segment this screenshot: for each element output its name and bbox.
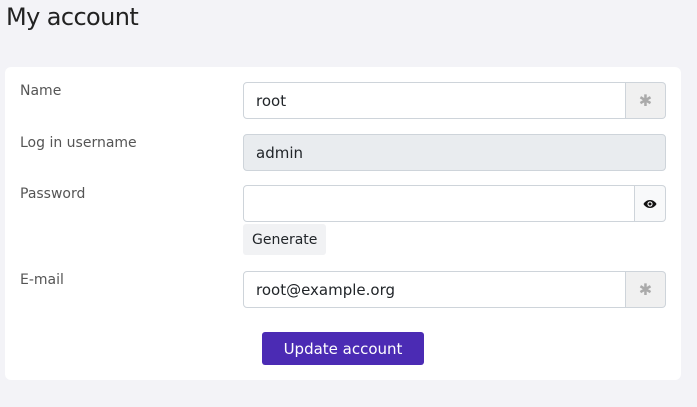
account-form-card: Name ✱ Log in username Password Generate… [5, 67, 681, 380]
asterisk-icon: ✱ [626, 82, 666, 119]
generate-password-button[interactable]: Generate [243, 224, 327, 255]
password-input[interactable] [243, 185, 635, 222]
password-input-group [243, 185, 666, 222]
update-account-button[interactable]: Update account [262, 332, 424, 365]
email-label: E-mail [20, 272, 64, 288]
username-input [243, 134, 666, 171]
email-input-group: ✱ [243, 271, 666, 308]
name-input-group: ✱ [243, 82, 666, 119]
username-input-group [243, 134, 666, 171]
page-title: My account [6, 3, 139, 31]
username-label: Log in username [20, 135, 137, 151]
password-label: Password [20, 186, 86, 202]
eye-icon-svg [643, 199, 657, 208]
name-input[interactable] [243, 82, 626, 119]
email-input[interactable] [243, 271, 626, 308]
name-label: Name [20, 83, 62, 99]
asterisk-icon: ✱ [626, 271, 666, 308]
eye-icon[interactable] [635, 185, 666, 222]
